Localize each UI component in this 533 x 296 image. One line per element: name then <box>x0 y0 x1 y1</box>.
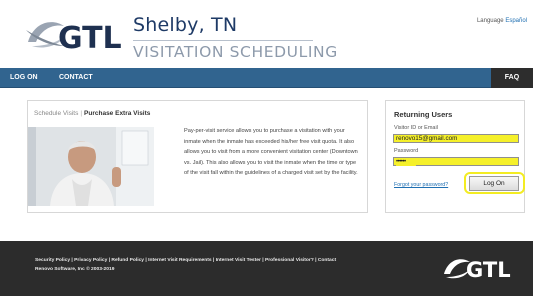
tab-schedule-visits[interactable]: Schedule Visits <box>34 110 78 117</box>
gtl-logo[interactable]: GTL <box>24 12 124 56</box>
footer-logo-text: GTL <box>466 258 511 282</box>
log-on-button[interactable]: Log On <box>469 176 519 191</box>
page-header: GTL Shelby, TN VISITATION SCHEDULING Lan… <box>0 0 533 68</box>
visits-panel: Schedule Visits | Purchase Extra Visits Pa… <box>27 100 368 213</box>
footer-copyright: Renovo Software, Inc © 2003-2019 <box>35 267 115 272</box>
page-footer: Security Policy | Privacy Policy | Refun… <box>0 241 533 296</box>
visitor-id-input[interactable]: renovo15@gmail.com <box>393 134 519 143</box>
visitor-id-label: Visitor ID or Email <box>394 125 438 131</box>
language-link-espanol[interactable]: Español <box>505 18 527 24</box>
gtl-logo-text: GTL <box>58 21 122 56</box>
password-mask: •••••• <box>396 158 416 166</box>
password-label: Password <box>394 148 419 154</box>
main-nav: LOG ON CONTACT FAQ <box>0 68 533 88</box>
footer-links[interactable]: Security Policy | Privacy Policy | Refun… <box>35 258 336 263</box>
login-panel: Returning Users Visitor ID or Email reno… <box>385 100 525 213</box>
nav-item-faq[interactable]: FAQ <box>491 68 533 88</box>
footer-gtl-logo: GTL <box>444 258 511 282</box>
language-selector: Language Español <box>477 18 527 24</box>
forgot-password-link[interactable]: Forgot your password? <box>394 182 448 188</box>
site-title: Shelby, TN VISITATION SCHEDULING <box>133 14 337 61</box>
nav-item-contact[interactable]: CONTACT <box>59 74 93 81</box>
visitor-photo <box>28 127 154 206</box>
nav-item-log-on[interactable]: LOG ON <box>10 74 38 81</box>
page-subtitle: VISITATION SCHEDULING <box>133 40 337 61</box>
tab-separator: | <box>80 110 83 117</box>
purchase-description: Pay-per-visit service allows you to purc… <box>184 128 358 177</box>
tab-purchase-extra-visits[interactable]: Purchase Extra Visits <box>84 110 150 117</box>
visit-tabs: Schedule Visits | Purchase Extra Visits <box>34 110 150 117</box>
login-title: Returning Users <box>394 110 453 119</box>
language-label: Language <box>476 18 504 24</box>
city-name: Shelby, TN <box>133 14 238 36</box>
password-input[interactable]: •••••• <box>393 157 519 166</box>
